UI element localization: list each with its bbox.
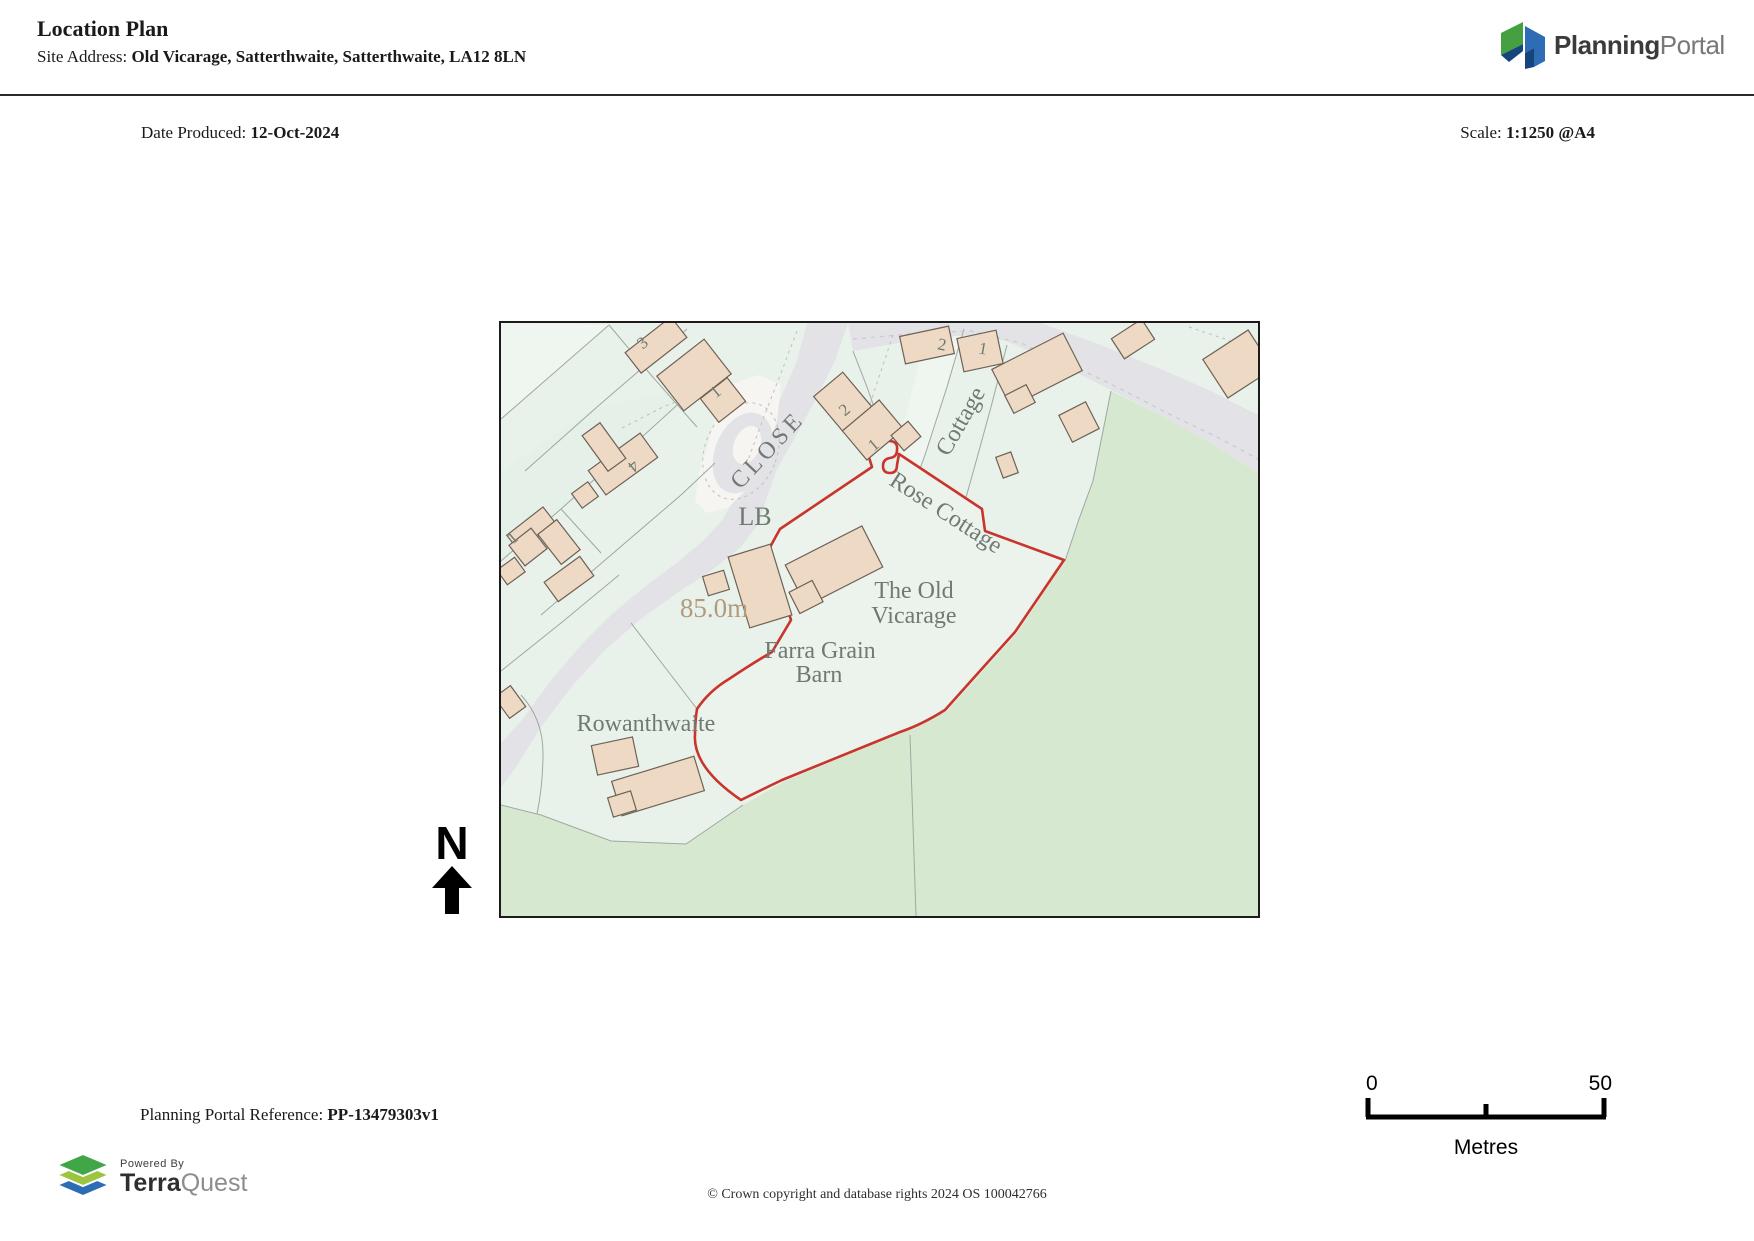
map-label-spot-height: 85.0m [680,593,748,623]
scale-bar: 0 50 Metres [1364,1070,1614,1169]
reference-label: Planning Portal Reference: [140,1105,327,1124]
planning-portal-logo-text: PlanningPortal [1554,30,1725,61]
scale-text: Scale: 1:1250 @A4 [1460,123,1595,143]
north-arrow: N [420,820,484,919]
copyright-notice: © Crown copyright and database rights 20… [0,1187,1754,1203]
planning-portal-logo: PlanningPortal [1500,20,1725,70]
site-address-value: Old Vicarage, Satterthwaite, Satterthwai… [131,47,526,66]
map-canvas: CLOSE LB 85.0m Rose Cottage Cottage The … [501,323,1258,916]
scale-label: Scale: [1460,123,1506,142]
page-title: Location Plan [37,16,168,42]
planning-portal-reference: Planning Portal Reference: PP-13479303v1 [140,1105,439,1125]
map-label-barn-2: Barn [796,662,843,688]
date-produced-value: 12-Oct-2024 [251,123,340,142]
north-arrow-icon [432,866,472,914]
scale-bar-unit: Metres [1454,1136,1518,1159]
logo-text-portal: Portal [1660,30,1725,60]
date-produced: Date Produced: 12-Oct-2024 [141,123,339,143]
location-plan-map: CLOSE LB 85.0m Rose Cottage Cottage The … [499,321,1260,918]
map-label-old-vicarage-1: The Old [874,578,953,604]
site-address: Site Address: Old Vicarage, Satterthwait… [37,47,526,67]
logo-text-planning: Planning [1554,30,1660,60]
date-produced-label: Date Produced: [141,123,251,142]
scale-bar-graphic: 0 50 Metres [1364,1070,1614,1164]
scale-bar-start: 0 [1366,1072,1378,1095]
planning-portal-logo-icon [1500,20,1546,70]
header-divider [0,94,1754,96]
map-label-barn-1: Farra Grain [764,638,875,664]
location-plan-document: Location Plan Site Address: Old Vicarage… [0,0,1754,1241]
reference-value: PP-13479303v1 [327,1105,438,1124]
scale-bar-end: 50 [1589,1072,1612,1095]
site-address-label: Site Address: [37,47,131,66]
scale-value: 1:1250 @A4 [1506,123,1595,142]
map-label-old-vicarage-2: Vicarage [871,603,956,629]
north-label: N [420,820,484,866]
map-label-lb: LB [738,502,771,531]
map-label-rowanthwaite: Rowanthwaite [577,711,716,737]
